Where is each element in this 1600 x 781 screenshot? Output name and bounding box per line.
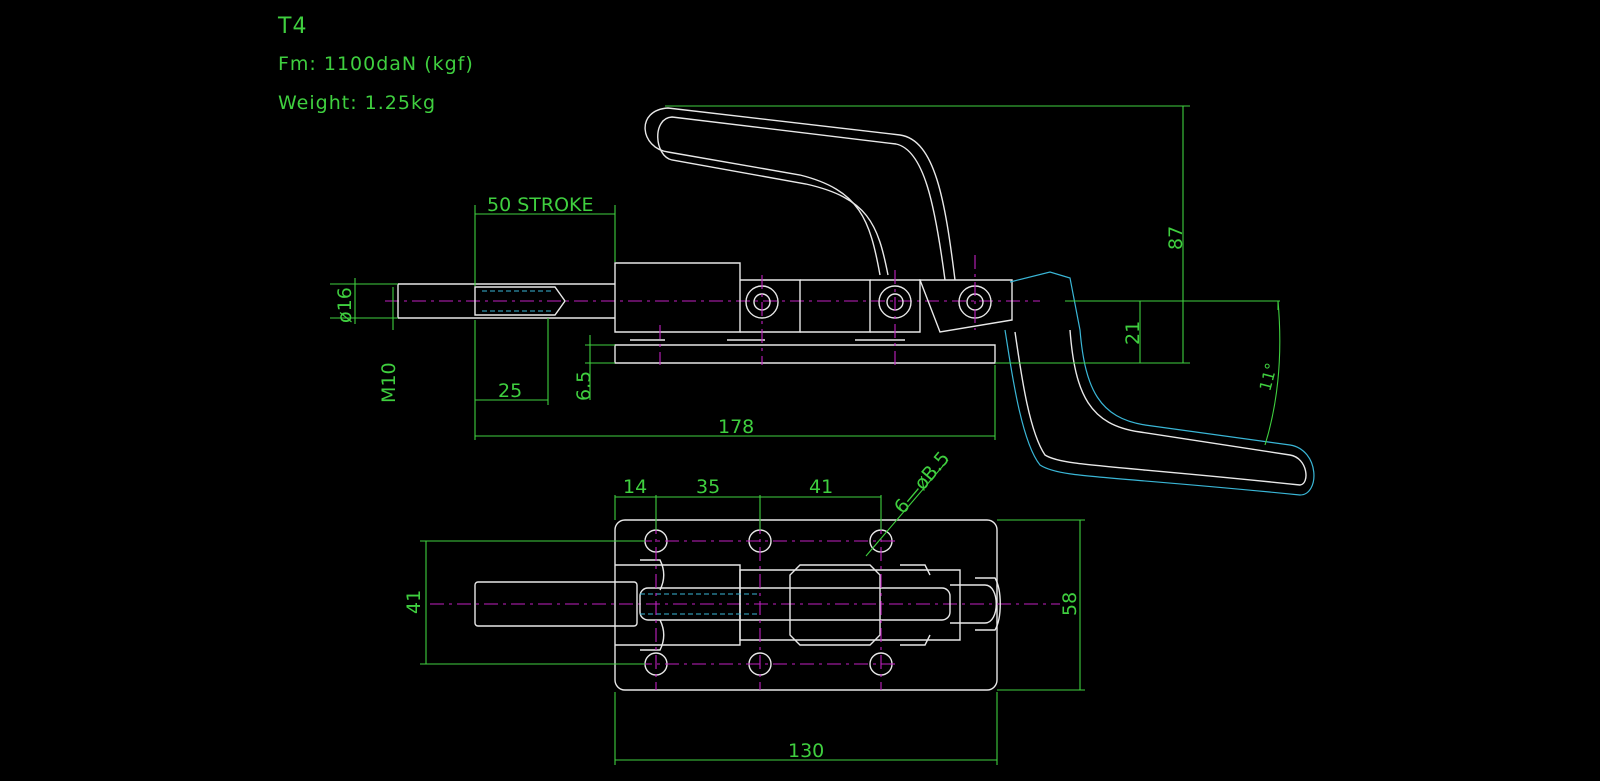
base-plate (614, 344, 996, 364)
height-label: 87 (1165, 226, 1187, 250)
hole-off-2-label: 35 (696, 476, 720, 498)
holes-label: 6—øB.5 (890, 447, 954, 518)
top-housing-notch (640, 559, 665, 651)
base-w-label: 58 (1059, 592, 1081, 616)
thread-label: M10 (378, 362, 400, 403)
link-mid (800, 279, 871, 333)
top-slide-body (739, 569, 961, 641)
base-thick-label: 6.5 (573, 371, 595, 401)
hole-span-label: 41 (403, 590, 425, 614)
top-slide-center (789, 564, 881, 646)
base-len-label: 130 (788, 740, 824, 762)
handle-upper (644, 107, 956, 281)
top-slide-ears (900, 564, 931, 646)
handle-upper-inner (657, 116, 946, 281)
top-housing (615, 564, 741, 646)
housing-block (614, 262, 741, 333)
total-len-label: 178 (718, 416, 754, 438)
center-h-label: 21 (1122, 321, 1144, 345)
hole-off-3-label: 41 (809, 476, 833, 498)
stroke-label: 50 STROKE (487, 194, 594, 216)
handle-lower-inner (1014, 329, 1307, 486)
technical-drawing: 50 STROKE ø16 M10 25 6.5 178 87 21 11° 1… (330, 105, 1315, 765)
link-lever-base (918, 279, 1013, 333)
side-view: 50 STROKE ø16 M10 25 6.5 178 87 21 11° (330, 105, 1315, 496)
hole-off-1-label: 14 (623, 476, 647, 498)
thread-len-label: 25 (498, 380, 522, 402)
rod-dia-label: ø16 (334, 287, 356, 323)
top-view: 14 35 41 6—øB.5 41 58 130 (403, 447, 1085, 765)
